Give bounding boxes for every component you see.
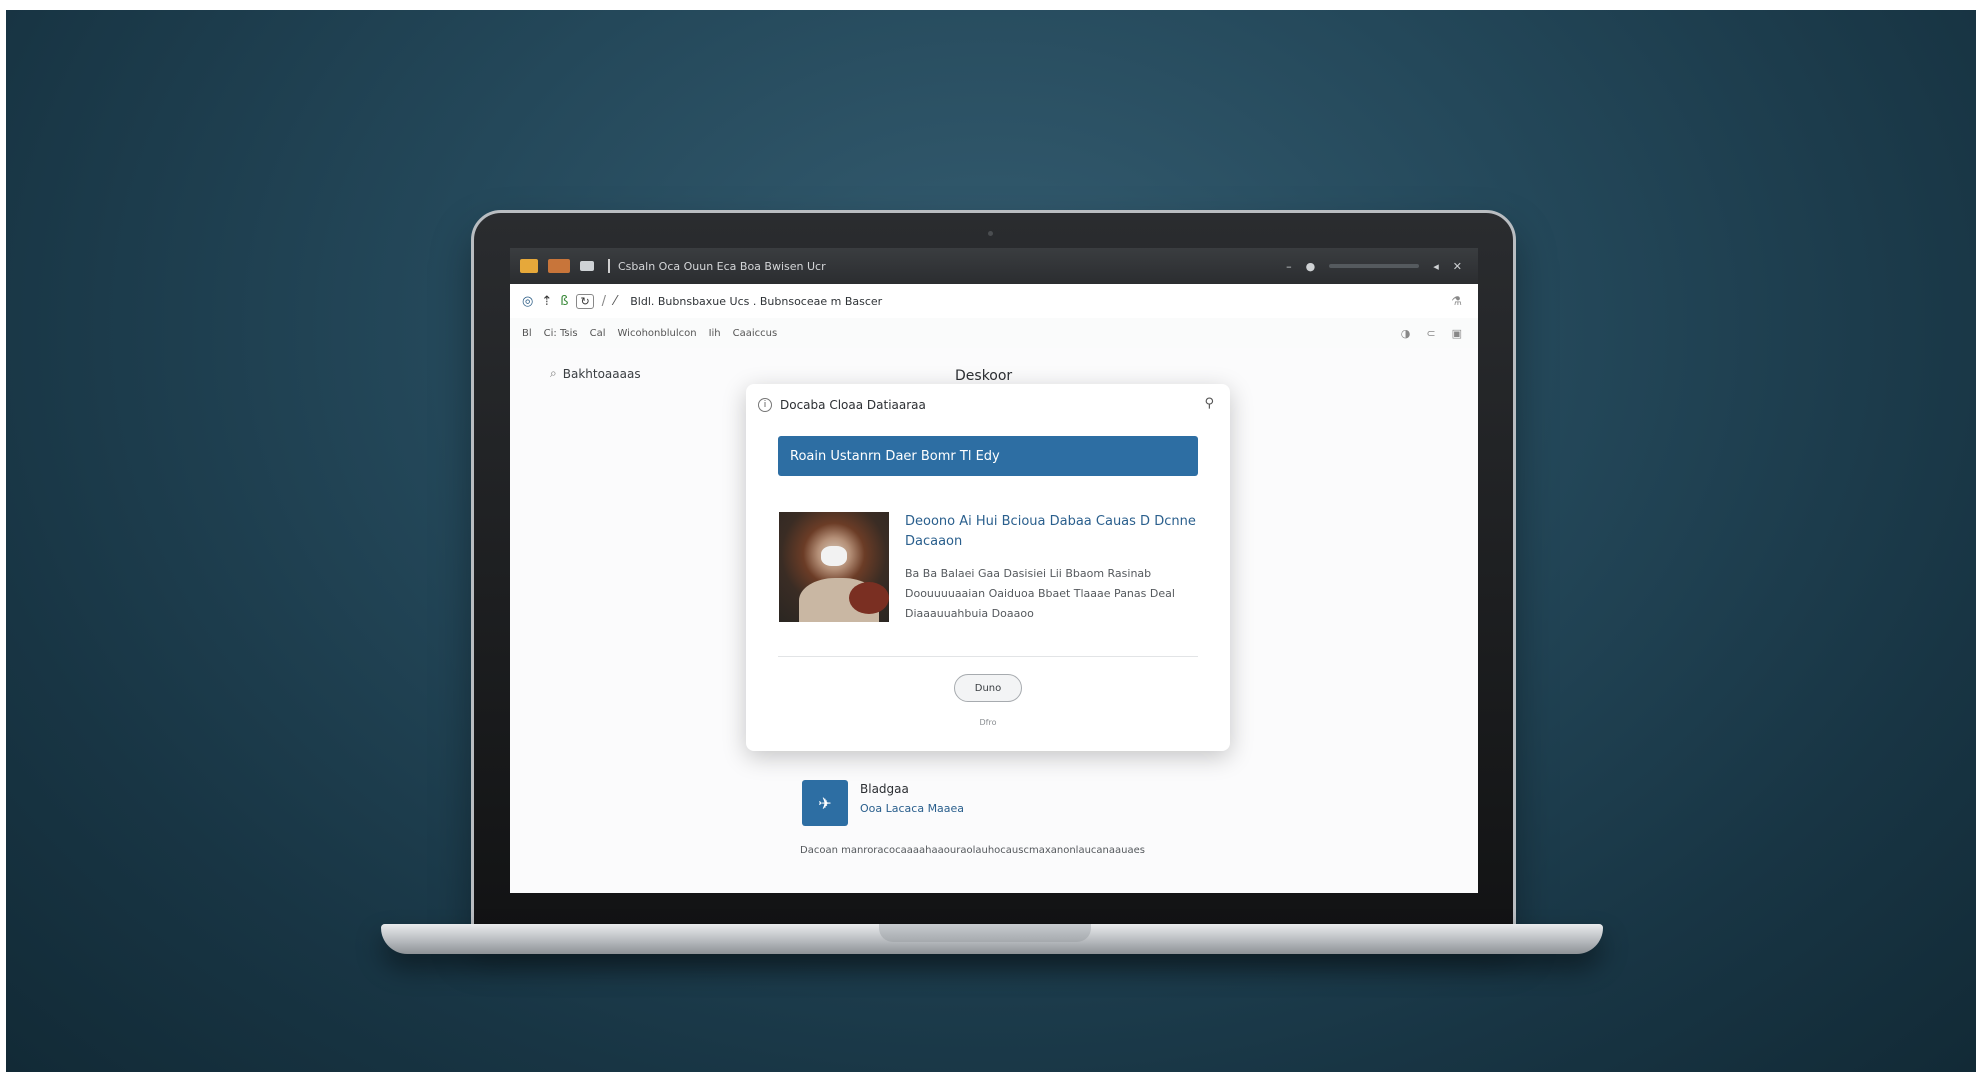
folder-icon[interactable] xyxy=(520,259,538,273)
link-icon: ⌕ xyxy=(550,366,557,380)
dialog-close-icon[interactable]: ⚲ xyxy=(1204,396,1214,411)
info-icon: i xyxy=(758,398,772,412)
share-icon[interactable]: ⊂ xyxy=(1426,327,1435,340)
dialog-banner[interactable]: Roain Ustanrn Daer Bomr Tl Edy xyxy=(778,436,1198,476)
app-icon[interactable] xyxy=(548,259,570,273)
bookmark-item[interactable]: Wicohonblulcon xyxy=(618,328,697,339)
bookmark-item[interactable]: Cal xyxy=(590,328,606,339)
close-icon[interactable]: ✕ xyxy=(1453,260,1462,273)
side-link[interactable]: ⌕ Bakhtoaaaas xyxy=(550,366,641,381)
bookmark-list: Bl Ci: Tsis Cal Wicohonblulcon Iih Caaic… xyxy=(522,328,777,339)
dialog-action-button[interactable]: Duno xyxy=(954,674,1022,702)
dialog-divider xyxy=(778,656,1198,657)
window-icon[interactable] xyxy=(580,261,594,271)
plane-icon: ✈ xyxy=(818,793,832,813)
app-name: Bladgaa xyxy=(860,782,909,796)
article-thumbnail[interactable] xyxy=(779,512,889,622)
reload-icon[interactable]: ↻ xyxy=(576,293,594,309)
side-link-label: Bakhtoaaaas xyxy=(562,366,641,381)
thumbnail-instrument xyxy=(849,582,889,614)
background-scene: Csbaln Oca Ouun Eca Boa Bwisen Ucr – ● ◂… xyxy=(6,10,1976,1072)
titlebar-divider xyxy=(608,259,610,273)
app-tile[interactable]: ✈ xyxy=(802,780,848,826)
minimize-icon[interactable]: – xyxy=(1286,260,1292,273)
laptop-screen: Csbaln Oca Ouun Eca Boa Bwisen Ucr – ● ◂… xyxy=(510,248,1478,893)
laptop-base xyxy=(381,924,1603,954)
footer-text: Dacoan manroracocaaaahaaouraolauhocauscm… xyxy=(800,845,1145,856)
address-bar: ◎ ⇡ ß ↻ / ⁄ Bldl. Bubnsbaxue Ucs . Bubns… xyxy=(510,284,1478,319)
bookmark-item[interactable]: Iih xyxy=(709,328,721,339)
window-title: Csbaln Oca Ouun Eca Boa Bwisen Ucr xyxy=(618,259,826,273)
laptop-notch xyxy=(879,924,1091,942)
extension-icon[interactable]: ⚗ xyxy=(1451,294,1462,308)
progress-track xyxy=(1329,264,1420,268)
back-icon[interactable]: ⇡ xyxy=(541,294,552,309)
laptop-lid: Csbaln Oca Ouun Eca Boa Bwisen Ucr – ● ◂… xyxy=(471,210,1516,934)
app-link[interactable]: Ooa Lacaca Maaea xyxy=(860,802,964,815)
webcam xyxy=(988,231,993,236)
bookmark-item[interactable]: Ci: Tsis xyxy=(544,328,578,339)
bookmark-item[interactable]: Bl xyxy=(522,328,532,339)
theme-icon[interactable]: ◑ xyxy=(1401,327,1411,340)
slash-icon: / xyxy=(601,293,607,309)
url-field[interactable]: Bldl. Bubnsbaxue Ucs . Bubnsoceae m Basc… xyxy=(630,295,882,308)
bookmark-actions: ◑ ⊂ ▣ xyxy=(1401,327,1462,340)
dialog-footnote: Dfro xyxy=(979,718,997,727)
window-controls: – ● ◂ ✕ xyxy=(1286,260,1462,273)
dialog-title: Docaba Cloaa Datiaaraa xyxy=(780,398,926,412)
dialog-header: i Docaba Cloaa Datiaaraa xyxy=(758,398,926,412)
forward-icon[interactable]: ß xyxy=(560,294,568,309)
thumbnail-mask xyxy=(821,546,847,566)
window-titlebar: Csbaln Oca Ouun Eca Boa Bwisen Ucr – ● ◂… xyxy=(510,248,1478,284)
toggle-icon[interactable]: ● xyxy=(1306,260,1316,273)
article-description: Ba Ba Balaei Gaa Dasisiei Lii Bbaom Rasi… xyxy=(905,567,1175,620)
modal-dialog: i Docaba Cloaa Datiaaraa ⚲ Roain Ustanrn… xyxy=(746,384,1230,751)
page-content: ⌕ Bakhtoaaaas Deskoor i Docaba Cloaa Dat… xyxy=(510,348,1478,893)
navigation-icons: ◎ ⇡ ß ↻ / ⁄ xyxy=(522,293,617,309)
article-title[interactable]: Deoono Ai Hui Bcioua Dabaa Cauas D Dcnne… xyxy=(905,512,1205,552)
restore-icon[interactable]: ◂ xyxy=(1433,260,1439,273)
bookmarks-bar: Bl Ci: Tsis Cal Wicohonblulcon Iih Caaic… xyxy=(510,318,1478,349)
page-heading: Deskoor xyxy=(955,368,1013,384)
lock-icon: ⁄ xyxy=(614,293,617,309)
browser-logo-icon[interactable]: ◎ xyxy=(522,294,533,309)
tabs-icon[interactable]: ▣ xyxy=(1452,327,1462,340)
bookmark-item[interactable]: Caaiccus xyxy=(733,328,778,339)
